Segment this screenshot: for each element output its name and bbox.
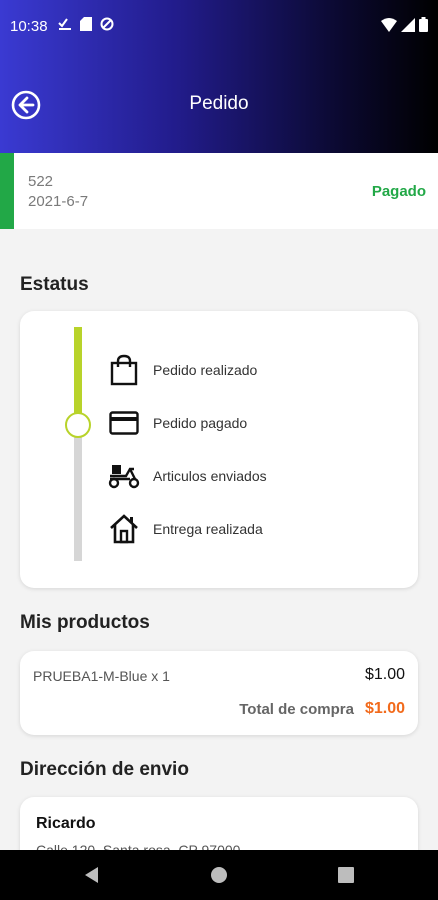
wifi-icon	[381, 17, 397, 37]
home-circle-icon	[211, 867, 227, 883]
status-timeline-card: Pedido realizado Pedido pagado Articulos…	[20, 311, 418, 588]
back-triangle-icon	[85, 867, 98, 883]
status-section-title: Estatus	[20, 274, 89, 295]
timeline-current-marker	[65, 412, 91, 438]
products-section-title: Mis productos	[20, 612, 150, 633]
nav-home-button[interactable]	[209, 865, 229, 885]
sd-card-icon	[80, 17, 92, 36]
credit-card-icon	[106, 406, 142, 440]
delivery-scooter-icon	[106, 459, 142, 493]
data-saver-icon	[100, 17, 114, 36]
products-card: PRUEBA1-M-Blue x 1 $1.00 Total de compra…	[20, 651, 418, 735]
nav-back-button[interactable]	[82, 865, 102, 885]
status-accent-bar	[0, 153, 14, 229]
order-number: 522	[28, 173, 54, 190]
total-value: $1.00	[364, 700, 405, 717]
nav-recents-button[interactable]	[336, 865, 356, 885]
product-price: $1.00	[364, 666, 405, 683]
status-bar: 10:38	[0, 0, 438, 54]
total-label: Total de compra	[239, 701, 354, 718]
recents-square-icon	[338, 867, 354, 883]
status-step-label: Entrega realizada	[153, 521, 263, 537]
battery-icon	[419, 17, 428, 37]
shopping-bag-icon	[106, 353, 142, 387]
address-section-title: Dirección de envio	[20, 759, 189, 780]
product-name: PRUEBA1-M-Blue x 1	[33, 668, 170, 684]
signal-icon	[401, 17, 415, 37]
recipient-name: Ricardo	[36, 815, 96, 832]
system-nav-bar	[0, 850, 438, 900]
page-title: Pedido	[189, 93, 249, 114]
home-icon	[106, 512, 142, 546]
status-step-4: Entrega realizada	[106, 512, 263, 546]
status-step-label: Pedido realizado	[153, 362, 258, 378]
status-step-3: Articulos enviados	[106, 459, 267, 493]
order-summary-card: 522 2021-6-7 Pagado	[0, 153, 438, 229]
payment-status-label: Pagado	[371, 183, 426, 200]
status-step-label: Articulos enviados	[153, 468, 267, 484]
status-step-2: Pedido pagado	[106, 406, 247, 440]
app-bar: Pedido	[0, 54, 438, 153]
order-date: 2021-6-7	[28, 193, 89, 210]
download-check-icon	[58, 17, 72, 36]
status-step-1: Pedido realizado	[106, 353, 257, 387]
status-time: 10:38	[10, 18, 48, 35]
status-step-label: Pedido pagado	[153, 415, 248, 431]
